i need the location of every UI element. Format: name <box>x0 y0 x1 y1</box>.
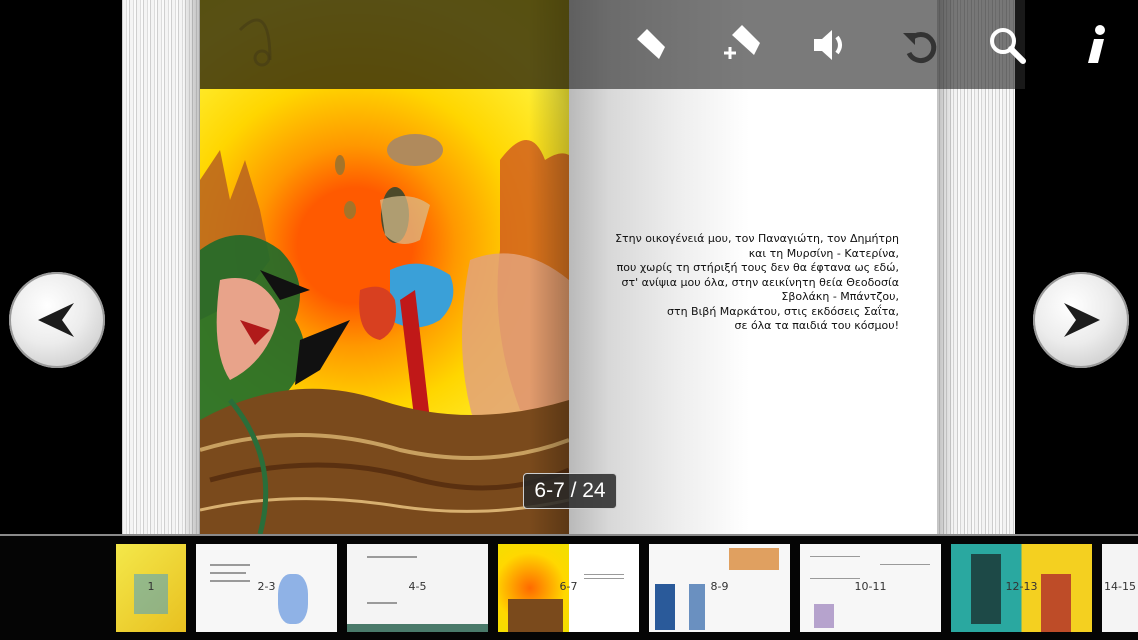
arrow-right-icon <box>1064 303 1100 337</box>
dedication-line: που χωρίς τη στήριξή τους δεν θα έφτανα … <box>616 261 899 274</box>
dedication-line: Στην οικογένειά μου, τον Παναγιώτη, τον … <box>615 232 899 245</box>
search-icon[interactable] <box>984 22 1030 68</box>
undo-icon[interactable] <box>896 22 942 68</box>
thumbnail-page[interactable]: 4-5 <box>347 544 488 632</box>
thumbnail-page[interactable]: 2-3 <box>196 544 337 632</box>
sound-icon[interactable] <box>807 22 853 68</box>
thumbnail-page-current[interactable]: 6-7 <box>498 544 639 632</box>
next-page-button[interactable] <box>1033 272 1129 368</box>
dedication-line: Σβολάκη - Μπάντζου, <box>781 290 899 303</box>
page-indicator: 6-7 / 24 <box>523 473 617 509</box>
left-page-stack <box>122 0 202 534</box>
thumbnail-label: 1 <box>147 580 155 593</box>
thumbnail-page[interactable]: 8-9 <box>649 544 790 632</box>
thumbnail-page[interactable]: 1 <box>116 544 186 632</box>
dedication-line: στη Βιβή Μαρκάτου, στις εκδόσεις Σαΐτα, <box>666 304 899 318</box>
thumbnail-label: 4-5 <box>408 580 427 593</box>
thumbnail-strip[interactable]: 1 2-3 4-5 6-7 8-9 10-11 12-13 14-15 <box>0 534 1138 640</box>
dedication-text: Στην οικογένειά μου, τον Παναγιώτη, τον … <box>599 232 899 334</box>
thumbnail-label: 10-11 <box>854 580 887 593</box>
dedication-line: στ' ανίψια μου όλα, στην αεικίνητη θεία … <box>621 275 899 289</box>
dedication-line: και τη Μυρσίνη - Κατερίνα, <box>748 246 899 260</box>
thumbnail-label: 2-3 <box>257 580 276 593</box>
thumbnail-label: 8-9 <box>710 580 729 593</box>
arrow-left-icon <box>38 303 74 337</box>
bookmark-icon[interactable] <box>628 22 674 68</box>
thumbnail-label: 12-13 <box>1005 580 1038 593</box>
prev-page-button[interactable] <box>9 272 105 368</box>
info-icon[interactable] <box>1073 22 1119 68</box>
thumbnail-page[interactable]: 12-13 <box>951 544 1092 632</box>
thumbnail-label: 14-15 <box>1104 580 1136 593</box>
top-toolbar-left-shade <box>200 0 569 89</box>
add-bookmark-icon[interactable] <box>717 22 763 68</box>
thumbnail-label: 6-7 <box>559 580 578 593</box>
thumbnail-page[interactable]: 14-15 <box>1102 544 1138 632</box>
dedication-line: σε όλα τα παιδιά του κόσμου! <box>734 319 899 332</box>
thumbnail-page[interactable]: 10-11 <box>800 544 941 632</box>
